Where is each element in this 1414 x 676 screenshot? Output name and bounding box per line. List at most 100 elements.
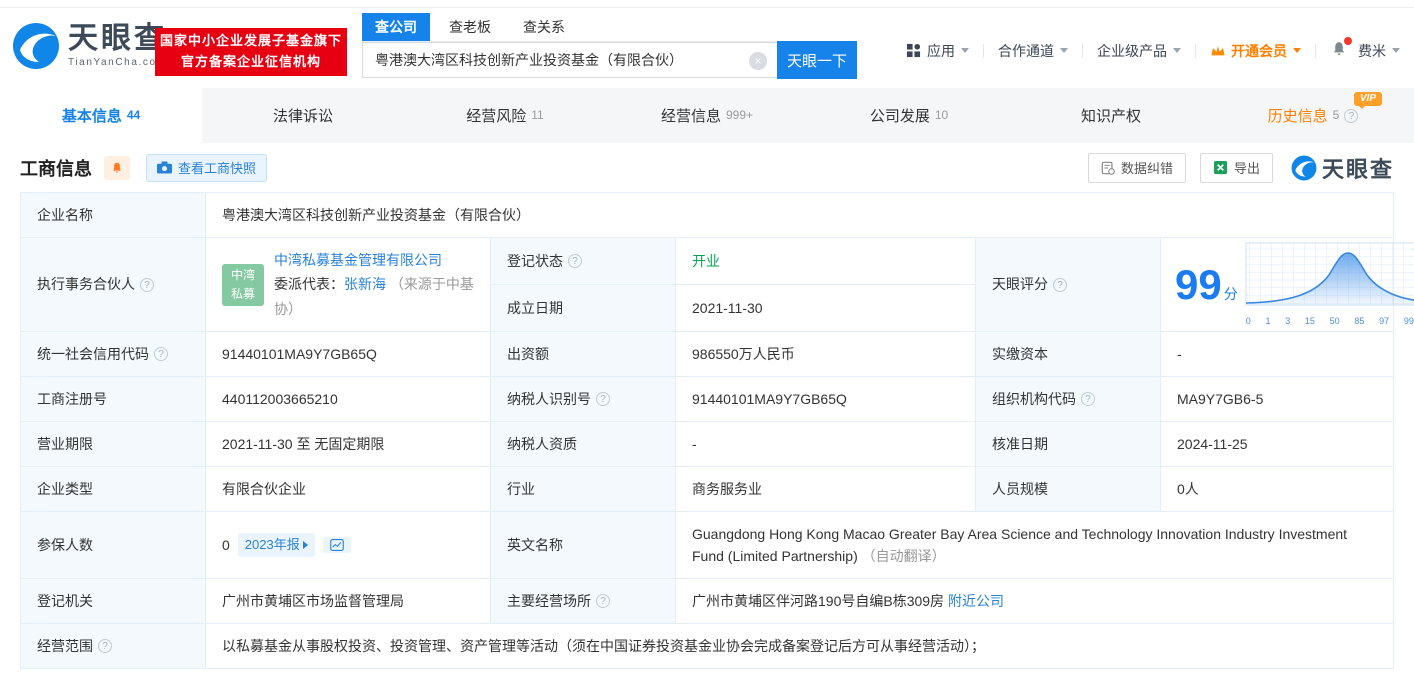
field-label: 成立日期 [491,285,676,331]
tab-company-development[interactable]: 公司发展 10 [808,88,1010,143]
tab-legal-litigation[interactable]: 法律诉讼 [202,88,404,143]
help-icon[interactable] [1053,277,1067,292]
watermark-logo: 天眼查 [1291,152,1394,184]
help-icon[interactable] [1344,108,1359,123]
table-row: 参保人数 0 2023年报 英文名称 Guangdong Hong Kong M… [21,512,1393,579]
annual-report-button[interactable]: 2023年报 [237,532,315,558]
partner-company-link[interactable]: 中湾私募基金管理有限公司 [274,252,442,268]
table-row: 执行事务合伙人 中湾 私募 中湾私募基金管理有限公司 委派代表：张新海 （来源于… [21,238,1414,332]
field-label: 出资额 [491,332,676,376]
field-label: 企业类型 [21,467,206,511]
field-label: 英文名称 [491,512,676,578]
tianyancha-logo[interactable]: 天眼查 TianYanCha.com [12,22,167,70]
capital-value: 986550万人民币 [676,332,976,376]
field-label: 核准日期 [976,422,1161,466]
help-icon[interactable] [596,392,610,406]
tianyancha-logo-icon [1291,155,1317,180]
nav-partners[interactable]: 合作通道 [998,41,1068,61]
table-row: 成立日期 2021-11-30 [491,285,975,331]
notification-dot [1344,37,1352,45]
search-input[interactable] [363,43,777,77]
tab-history-info[interactable]: VIP 历史信息 5 [1212,88,1414,143]
registration-number-value: 440112003665210 [206,377,491,421]
vip-badge: VIP [1353,92,1382,109]
score-axis-ticks: 0131550859799100 [1245,316,1414,326]
nav-apps[interactable]: 应用 [906,41,969,61]
search-input-wrap: × [362,42,777,78]
search-tabs: 查公司 查老板 查关系 [362,13,777,42]
middle-subtable: 登记状态 开业 成立日期 2021-11-30 [491,238,976,331]
gov-badge-line2: 官方备案企业征信机构 [180,54,321,69]
business-scope-value: 以私募基金从事股权投资、投资管理、资产管理等活动（须在中国证券投资基金业协会完成… [222,637,985,654]
help-icon[interactable] [1081,392,1095,406]
view-snapshot-button[interactable]: 查看工商快照 [146,153,268,182]
field-label: 登记状态 [491,238,676,284]
credit-code-value: 91440101MA9Y7GB65Q [206,332,491,376]
nearby-companies-link[interactable]: 附近公司 [948,590,1004,612]
chevron-down-icon [1392,48,1400,53]
help-icon[interactable] [140,277,154,292]
export-button[interactable]: 导出 [1199,152,1273,183]
search-tab-boss[interactable]: 查老板 [436,13,504,41]
business-term-value: 2021-11-30 至 无固定期限 [206,422,491,466]
taxpayer-id-value: 91440101MA9Y7GB65Q [676,377,976,421]
chevron-down-icon [1293,48,1301,53]
nav-user-menu[interactable]: 费米 [1358,41,1400,61]
nav-divider [1315,43,1316,58]
registration-authority-value: 广州市黄埔区市场监督管理局 [206,579,491,623]
field-label: 人员规模 [976,467,1161,511]
delegate-link[interactable]: 张新海 [344,276,386,292]
site-header: 天眼查 TianYanCha.com 国家中小企业发展子基金旗下 官方备案企业征… [0,8,1414,88]
gov-badge-line1: 国家中小企业发展子基金旗下 [159,33,342,49]
staff-size-value: 0人 [1177,480,1199,497]
search-button[interactable]: 天眼一下 [777,41,857,79]
field-label: 天眼评分 [976,238,1161,331]
table-row: 工商注册号 440112003665210 纳税人识别号 91440101MA9… [21,377,1393,422]
monitor-bell-button[interactable] [104,155,130,180]
triangle-right-icon [302,540,308,549]
registration-status-value: 开业 [692,252,720,269]
tab-intellectual-property[interactable]: 知识产权 [1010,88,1212,143]
gov-certification-badge: 国家中小企业发展子基金旗下 官方备案企业征信机构 [155,28,347,76]
help-icon[interactable] [98,639,112,653]
field-label: 执行事务合伙人 [21,238,206,331]
logo-text: 天眼查 [68,22,167,55]
field-label: 登记机关 [21,579,206,623]
score-number: 99 [1175,260,1222,308]
data-correction-button[interactable]: 数据纠错 [1087,152,1186,183]
score-distribution-chart: 0131550859799100 [1238,241,1414,329]
field-label: 参保人数 [21,512,206,578]
field-label: 实缴资本 [976,332,1161,376]
business-place-value: 广州市黄埔区伴河路190号自编B栋309房 附近公司 [676,579,1393,623]
industry-value: 商务服务业 [676,467,976,511]
tianyancha-company-page: 天眼查 TianYanCha.com 国家中小企业发展子基金旗下 官方备案企业征… [0,0,1414,676]
nav-vip-membership[interactable]: 开通会员 [1210,41,1301,61]
company-type-value: 有限合伙企业 [206,467,491,511]
help-icon[interactable] [596,594,610,608]
tianyan-score-value: 99 分 0 1 3 15 50 85 97 99 [1161,238,1414,331]
trend-chart-button[interactable] [322,537,351,553]
field-label: 行业 [491,467,676,511]
notification-bell[interactable] [1330,37,1352,61]
watermark-text: 天眼查 [1321,156,1394,182]
table-row: 企业类型 有限合伙企业 行业 商务服务业 人员规模 0人 [21,467,1393,512]
chevron-down-icon [1173,48,1181,53]
chevron-down-icon [961,48,969,53]
tab-business-info[interactable]: 经营信息 999+ [606,88,808,143]
tab-basic-info[interactable]: 基本信息 44 [0,88,202,143]
nav-enterprise-products[interactable]: 企业级产品 [1097,41,1181,61]
field-label: 纳税人识别号 [491,377,676,421]
org-code-value: MA9Y7GB6-5 [1177,390,1264,407]
clear-search-icon[interactable]: × [749,52,767,70]
search-tab-relation[interactable]: 查关系 [510,13,578,41]
nav-divider [1082,43,1083,58]
company-name-value: 粤港澳大湾区科技创新产业投资基金（有限合伙） [222,206,530,223]
tianyancha-logo-icon [13,23,59,69]
paid-capital-value: - [1177,345,1182,362]
line-chart-icon [329,539,344,551]
search-tab-company[interactable]: 查公司 [362,13,430,41]
tab-business-risk[interactable]: 经营风险 11 [404,88,606,143]
help-icon[interactable] [568,254,582,268]
table-row: 统一社会信用代码 91440101MA9Y7GB65Q 出资额 986550万人… [21,332,1393,377]
help-icon[interactable] [154,347,168,361]
